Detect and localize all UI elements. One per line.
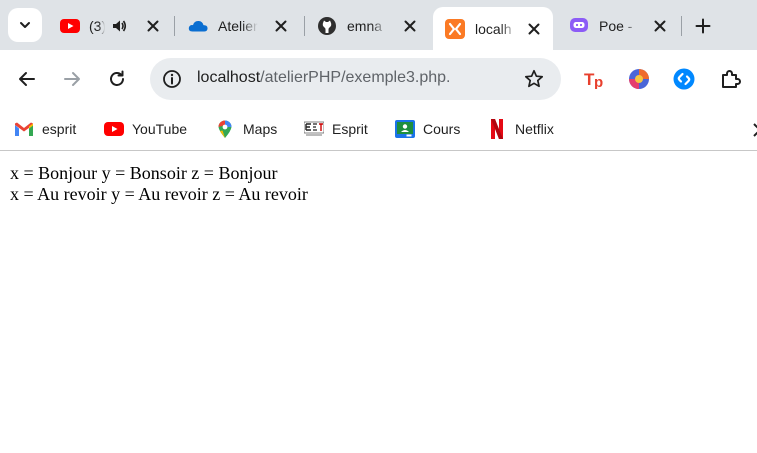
bookmark-label: YouTube xyxy=(132,121,188,137)
plus-icon xyxy=(695,18,711,34)
close-tab-icon[interactable] xyxy=(525,20,543,38)
classroom-icon xyxy=(395,119,415,139)
shazam-icon[interactable] xyxy=(672,67,696,91)
chevron-down-icon xyxy=(20,22,30,28)
tab-atelier[interactable]: Atelier xyxy=(176,8,300,44)
speaker-icon[interactable] xyxy=(111,17,129,35)
poe-icon xyxy=(569,16,589,36)
close-tab-icon[interactable] xyxy=(144,17,162,35)
tab-title: Poe - xyxy=(599,18,633,34)
gmail-icon xyxy=(14,119,34,139)
bookmark-youtube[interactable]: YouTube xyxy=(104,116,187,142)
output-line-2: x = Au revoir y = Au revoir z = Au revoi… xyxy=(10,184,308,204)
tab-poe[interactable]: Poe - xyxy=(557,8,679,44)
close-tab-icon[interactable] xyxy=(401,17,419,35)
reload-icon xyxy=(110,70,124,86)
toolbar: localhost/atelierPHP/exemple3.php. Tp xyxy=(0,50,757,108)
tab-title: emna xyxy=(347,18,383,34)
extensions-puzzle-icon[interactable] xyxy=(718,67,742,91)
tab-localhost[interactable]: localh xyxy=(433,7,553,50)
reload-button[interactable] xyxy=(102,64,132,94)
tab-separator xyxy=(174,16,175,36)
close-tab-icon[interactable] xyxy=(651,17,669,35)
site-info-icon[interactable] xyxy=(160,67,184,91)
youtube-icon xyxy=(104,119,124,139)
address-bar[interactable]: localhost/atelierPHP/exemple3.php. xyxy=(150,58,561,100)
tab-separator xyxy=(681,16,682,36)
tab-github[interactable]: emna xyxy=(305,8,429,44)
url-host: localhost xyxy=(197,69,261,86)
tab-title: Atelier xyxy=(218,18,258,34)
tab-title: localh xyxy=(475,20,512,37)
arrow-left-icon xyxy=(19,72,35,86)
tab-title: (3) xyxy=(89,18,105,34)
youtube-icon xyxy=(60,16,80,36)
github-icon xyxy=(317,16,337,36)
bookmark-cours[interactable]: Cours xyxy=(395,116,460,142)
bookmark-label: Maps xyxy=(243,121,278,137)
tp-extension-icon[interactable]: Tp xyxy=(583,67,607,91)
bookmark-esprit[interactable]: Esprit xyxy=(304,116,368,142)
bookmark-label: Cours xyxy=(423,121,461,137)
tab-youtube[interactable]: (3) xyxy=(48,8,172,44)
tab-strip: (3) Atelier emna localh Poe - xyxy=(0,0,757,50)
forward-button[interactable] xyxy=(57,64,87,94)
new-tab-button[interactable] xyxy=(690,13,716,39)
bookmark-esprit-mail[interactable]: esprit xyxy=(14,116,76,142)
tab-search-button[interactable] xyxy=(8,8,42,42)
bookmark-star-icon[interactable] xyxy=(523,68,545,90)
esprit-logo-icon xyxy=(304,119,324,139)
bookmark-label: Esprit xyxy=(332,121,368,137)
url-text[interactable]: localhost/atelierPHP/exemple3.php. xyxy=(197,69,450,87)
xampp-icon xyxy=(445,18,465,39)
bookmark-label: Netflix xyxy=(515,121,554,137)
arrow-right-icon xyxy=(64,72,80,86)
svg-text:p: p xyxy=(594,74,603,89)
output-line-1: x = Bonjour y = Bonsoir z = Bonjour xyxy=(10,163,278,183)
onedrive-cloud-icon xyxy=(188,16,208,36)
maps-pin-icon xyxy=(215,119,235,139)
page-content: x = Bonjour y = Bonsoir z = Bonjour x = … xyxy=(0,152,757,453)
bookmarks-overflow-icon[interactable] xyxy=(748,123,757,137)
bookmark-netflix[interactable]: Netflix xyxy=(487,116,554,142)
url-path: /atelierPHP/exemple3.php. xyxy=(260,69,451,86)
colorful-extension-icon[interactable] xyxy=(627,67,651,91)
bookmark-label: esprit xyxy=(42,121,77,137)
back-button[interactable] xyxy=(12,64,42,94)
bookmarks-bar: esprit YouTube Maps Esprit Cours Netflix xyxy=(0,108,757,151)
bookmark-maps[interactable]: Maps xyxy=(215,116,277,142)
close-tab-icon[interactable] xyxy=(272,17,290,35)
netflix-icon xyxy=(487,119,507,139)
